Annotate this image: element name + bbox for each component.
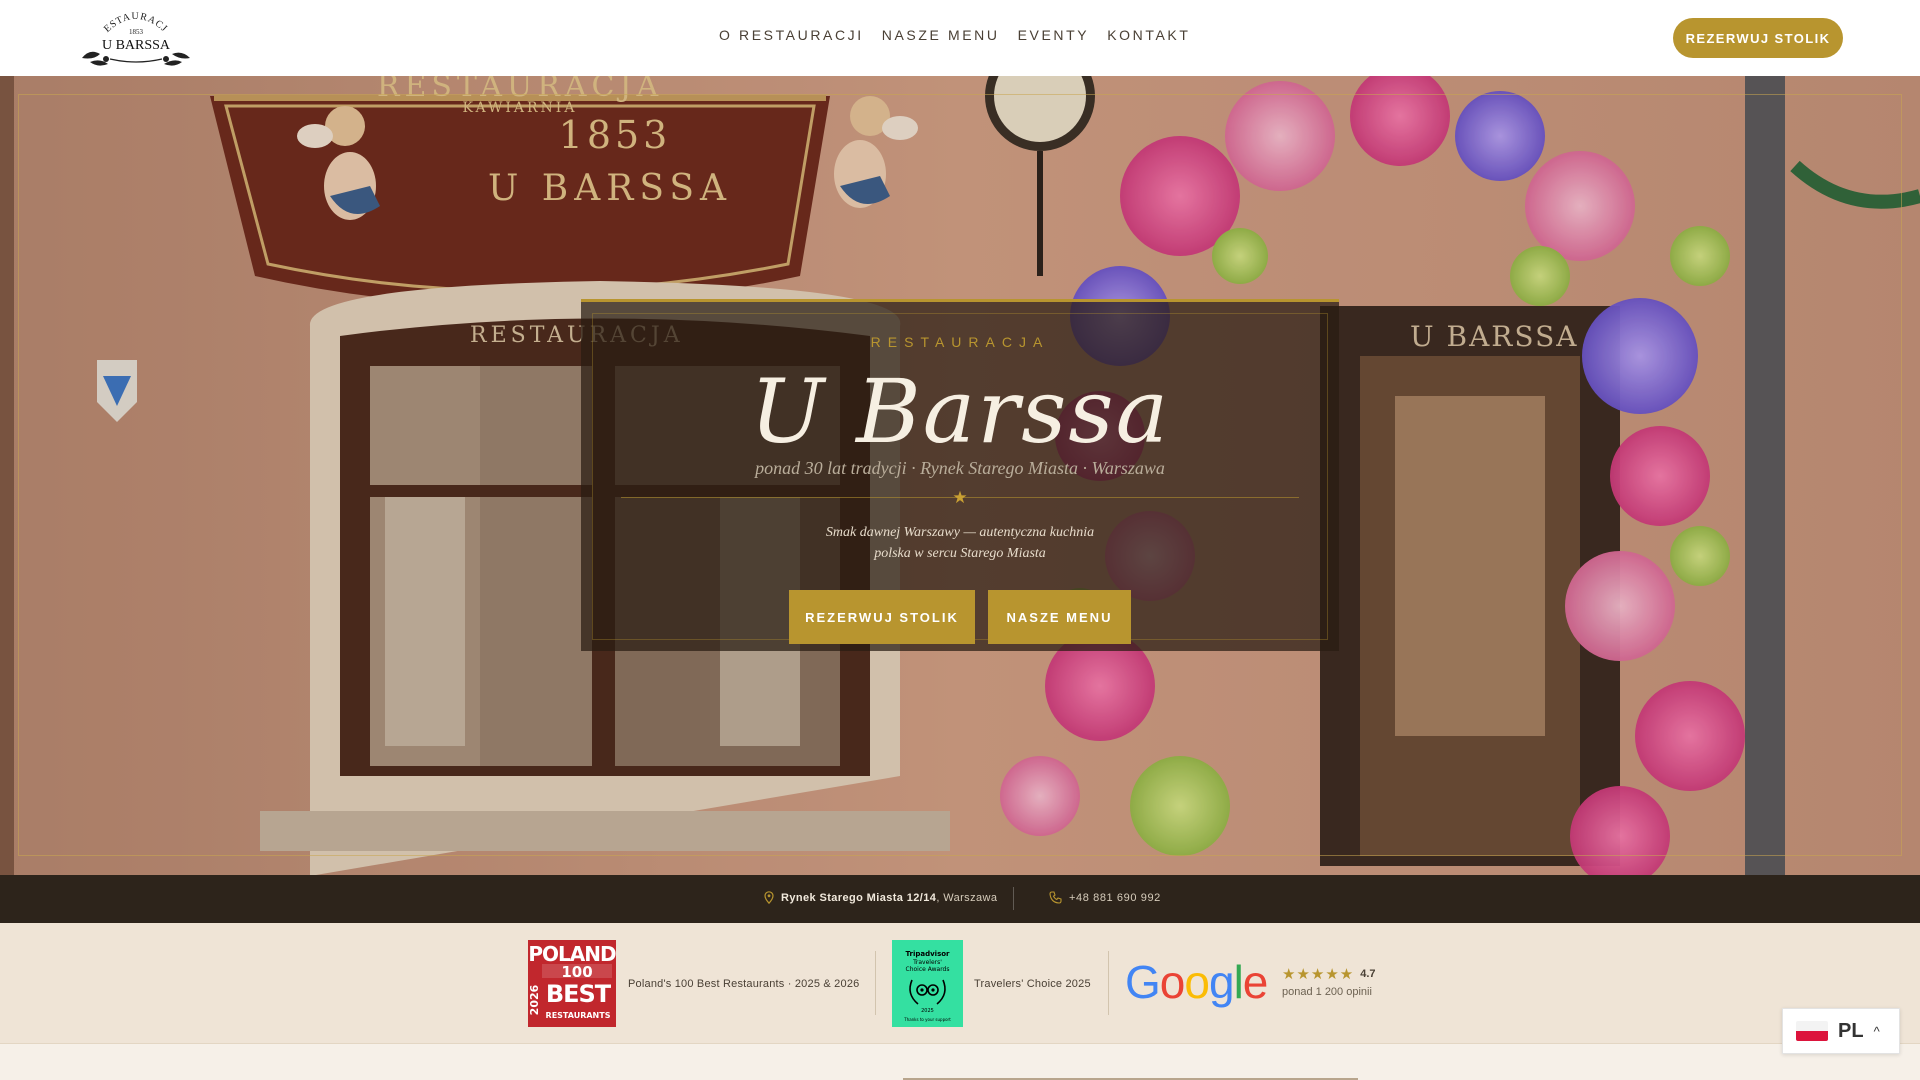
phone-icon [1049, 891, 1062, 904]
p100-line2: BEST [546, 980, 612, 1008]
award-separator [875, 951, 876, 1015]
award-separator [1108, 951, 1109, 1015]
svg-text:RESTAURACJA: RESTAURACJA [76, 8, 170, 35]
hero-tagline: Smak dawnej Warszawy — autentyczna kuchn… [581, 522, 1339, 564]
phone-number: +48 881 690 992 [1069, 891, 1161, 904]
google-letter: l [1233, 956, 1244, 1008]
address-street: Rynek Starego Miasta 12/14 [781, 891, 937, 904]
p100-year: 2026 [528, 984, 541, 1015]
main-nav: O RESTAURACJI NASZE MENU EVENTY KONTAKT [719, 27, 1190, 43]
ta-brand: Tripadvisor [906, 950, 951, 958]
site-header: RESTAURACJA 1853 U BARSSA O RESTAURACJI … [0, 0, 1920, 76]
logo-arch-text: RESTAURACJA [76, 8, 169, 35]
p100-line3: RESTAURANTS [546, 1011, 611, 1020]
phone-link[interactable]: +48 881 690 992 [1049, 891, 1161, 904]
hero-tagline-line2: polska w sercu Starego Miasta [874, 546, 1046, 561]
google-logo[interactable]: Google [1125, 956, 1269, 1008]
hero-subtitle: ponad 30 lat tradycji · Rynek Starego Mi… [755, 458, 1165, 478]
hero-buttons: REZERWUJ STOLIK NASZE MENU [581, 590, 1339, 644]
next-section-preview [0, 1044, 1920, 1080]
nav-menu[interactable]: NASZE MENU [882, 27, 1000, 43]
logo-name: U BARSSA [102, 38, 171, 53]
google-letter: g [1208, 956, 1235, 1008]
chevron-up-icon: ^ [1873, 1023, 1880, 1039]
hero-eyebrow: RESTAURACJA [870, 334, 1050, 350]
address-city: , Warszawa [936, 891, 998, 904]
header-reserve-button[interactable]: REZERWUJ STOLIK [1673, 18, 1843, 58]
restaurant-logo[interactable]: RESTAURACJA 1853 U BARSSA [76, 8, 196, 68]
ta-year: 2025 [921, 1008, 934, 1014]
map-pin-icon [764, 891, 774, 904]
nav-events[interactable]: EVENTY [1018, 27, 1090, 43]
nav-contact[interactable]: KONTAKT [1107, 27, 1190, 43]
hero-title: U Barssa [749, 360, 1171, 463]
google-letter: G [1125, 956, 1161, 1008]
rating-stars-icon: ★★★★★ [1282, 966, 1355, 983]
hero-section: RESTAURACJA KAWIARNIA 1853 U BARSSA REST… [0, 76, 1920, 875]
rating-value: 4.7 [1360, 968, 1376, 980]
contact-info-bar: Rynek Starego Miasta 12/14, Warszawa +48… [0, 875, 1920, 923]
language-switcher[interactable]: PL ^ [1782, 1008, 1900, 1054]
hero-card: RESTAURACJA U Barssa ponad 30 lat tradyc… [581, 299, 1339, 651]
hero-reserve-button[interactable]: REZERWUJ STOLIK [789, 590, 975, 644]
hero-menu-button[interactable]: NASZE MENU [988, 590, 1131, 644]
logo-year: 1853 [129, 28, 144, 36]
awards-strip: POLAND 100 BEST RESTAURANTS 2026 Poland'… [0, 923, 1920, 1044]
hero-tagline-line1: Smak dawnej Warszawy — autentyczna kuchn… [825, 525, 1095, 540]
google-letter: o [1184, 956, 1210, 1008]
p100-number: 100 [561, 963, 592, 981]
reviews-count: ponad 1 200 opinii [1282, 986, 1372, 998]
tripadvisor-text: Travelers' Choice 2025 [974, 978, 1091, 990]
ta-foot: Thanks to your support [903, 1017, 951, 1022]
google-rating: ★★★★★ 4.7 [1282, 965, 1376, 983]
google-letter: o [1159, 956, 1186, 1008]
address-link[interactable]: Rynek Starego Miasta 12/14, Warszawa [764, 891, 997, 904]
ta-title2: Choice Awards [906, 966, 950, 973]
info-separator [1013, 887, 1014, 910]
star-icon: ★ [952, 488, 968, 507]
nav-about[interactable]: O RESTAURACJI [719, 27, 864, 43]
ta-title1: Travelers' [912, 959, 942, 966]
poland-100-text: Poland's 100 Best Restaurants · 2025 & 2… [628, 978, 860, 990]
poland-100-best-badge[interactable]: POLAND 100 BEST RESTAURANTS 2026 [528, 940, 616, 1027]
tripadvisor-badge[interactable]: Tripadvisor Travelers' Choice Awards 202… [892, 940, 963, 1027]
poland-flag-icon [1796, 1021, 1828, 1041]
google-letter: e [1242, 956, 1269, 1008]
language-code: PL [1838, 1019, 1864, 1042]
